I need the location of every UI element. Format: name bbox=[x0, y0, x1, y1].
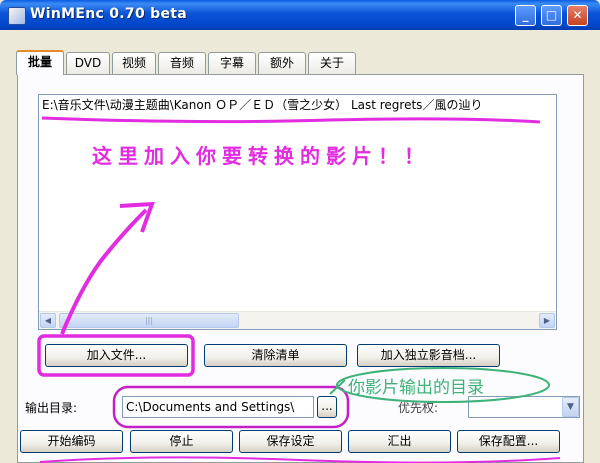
output-path-field[interactable]: C:\Documents and Settings\ bbox=[122, 396, 314, 418]
title-bar: WinMEnc 0.70 beta _ □ ✕ bbox=[0, 0, 600, 30]
window-title: WinMEnc 0.70 beta bbox=[30, 6, 188, 22]
minimize-button[interactable]: _ bbox=[515, 5, 536, 26]
tab-dvd[interactable]: DVD bbox=[66, 52, 110, 74]
tab-audio[interactable]: 音频 bbox=[158, 52, 206, 74]
add-files-button[interactable]: 加入文件... bbox=[45, 344, 188, 367]
clear-list-button[interactable]: 清除清单 bbox=[204, 344, 347, 367]
list-item[interactable]: E:\音乐文件\动漫主题曲\Kanon ＯＰ／ＥＤ（雪之少女） Last reg… bbox=[42, 97, 554, 113]
save-settings-button[interactable]: 保存设定 bbox=[239, 430, 342, 453]
save-config-button[interactable]: 保存配置... bbox=[457, 430, 560, 453]
browse-button[interactable]: ... bbox=[317, 396, 337, 418]
tab-video[interactable]: 视频 bbox=[112, 52, 156, 74]
app-icon bbox=[8, 7, 26, 25]
output-dir-label: 输出目录: bbox=[25, 401, 78, 415]
file-list[interactable]: E:\音乐文件\动漫主题曲\Kanon ＯＰ／ＥＤ（雪之少女） Last reg… bbox=[38, 94, 557, 330]
start-encode-button[interactable]: 开始编码 bbox=[20, 430, 123, 453]
scroll-right-icon[interactable]: ▶ bbox=[539, 313, 555, 328]
tab-about[interactable]: 关于 bbox=[308, 52, 356, 74]
add-movie-note: 这里加入你要转换的影片！！ bbox=[92, 144, 430, 168]
tab-subtitle[interactable]: 字幕 bbox=[208, 52, 256, 74]
priority-label: 优先权: bbox=[398, 401, 439, 415]
horizontal-scrollbar[interactable]: ◀ ||| ▶ bbox=[39, 311, 556, 329]
tab-extra[interactable]: 额外 bbox=[258, 52, 306, 74]
scroll-left-icon[interactable]: ◀ bbox=[40, 313, 56, 328]
scroll-thumb[interactable]: ||| bbox=[59, 313, 239, 328]
output-dir-note: 你影片输出的目录 bbox=[348, 378, 484, 398]
chevron-down-icon[interactable]: ▼ bbox=[562, 397, 579, 417]
export-button[interactable]: 汇出 bbox=[348, 430, 451, 453]
stop-button[interactable]: 停止 bbox=[130, 430, 233, 453]
tab-batch[interactable]: 批量 bbox=[16, 50, 64, 75]
maximize-button[interactable]: □ bbox=[541, 5, 562, 26]
close-button[interactable]: ✕ bbox=[567, 5, 588, 26]
add-separate-audio-button[interactable]: 加入独立影音档... bbox=[357, 344, 500, 367]
